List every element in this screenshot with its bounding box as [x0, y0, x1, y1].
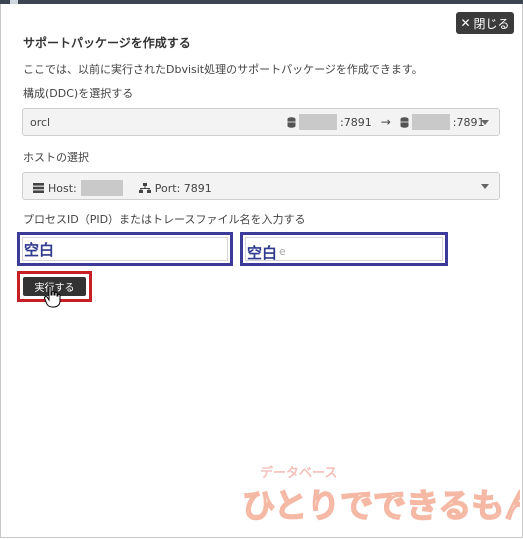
- chevron-down-icon: [481, 184, 489, 189]
- host-selected-value: Host: Port: 7891: [33, 180, 212, 196]
- trace-blank-annotation: 空白: [247, 244, 278, 262]
- arrow-right-icon: →: [380, 115, 391, 129]
- pid-input[interactable]: 空白: [17, 232, 233, 266]
- close-button[interactable]: ✕ 閉じる: [456, 12, 514, 34]
- host-label: ホストの選択: [23, 151, 89, 164]
- target-host-redacted: [411, 114, 450, 130]
- trace-placeholder-fragment: e: [279, 245, 286, 258]
- close-button-label: 閉じる: [473, 16, 510, 31]
- trace-file-input[interactable]: 空白 e: [240, 232, 448, 266]
- ddc-route: :7891 → :7891: [287, 114, 484, 130]
- ddc-label: 構成(DDC)を選択する: [23, 87, 134, 100]
- pid-blank-annotation: 空白: [24, 241, 55, 259]
- process-label: プロセスID（PID）またはトレースファイル名を入力する: [23, 213, 306, 226]
- database-icon: [287, 116, 296, 128]
- database-icon: [400, 116, 409, 128]
- server-icon: [33, 183, 44, 193]
- host-name-redacted: [80, 180, 123, 196]
- chevron-down-icon: [481, 120, 489, 125]
- host-prefix: Host:: [48, 181, 77, 195]
- dialog-description: ここでは、以前に実行されたDbvisit処理のサポートパッケージを作成できます。: [23, 63, 423, 76]
- source-host-redacted: [299, 114, 337, 130]
- hand-cursor-icon: [44, 286, 61, 308]
- network-icon: [138, 182, 151, 193]
- dialog-title: サポートパッケージを作成する: [23, 36, 191, 50]
- host-port: Port: 7891: [154, 181, 212, 195]
- close-icon: ✕: [460, 16, 471, 30]
- host-select[interactable]: Host: Port: 7891: [22, 172, 500, 200]
- ddc-select[interactable]: orcl :7891 → :7891: [22, 108, 500, 136]
- watermark-small-text: データベース: [260, 465, 337, 481]
- target-port: :7891: [452, 115, 485, 129]
- watermark-logo: データベース ひとりでできるもん: [241, 465, 520, 526]
- watermark-large-text: ひとりでできるもん: [242, 486, 520, 525]
- source-port: :7891: [340, 115, 372, 129]
- ddc-selected-value: orcl: [30, 116, 51, 129]
